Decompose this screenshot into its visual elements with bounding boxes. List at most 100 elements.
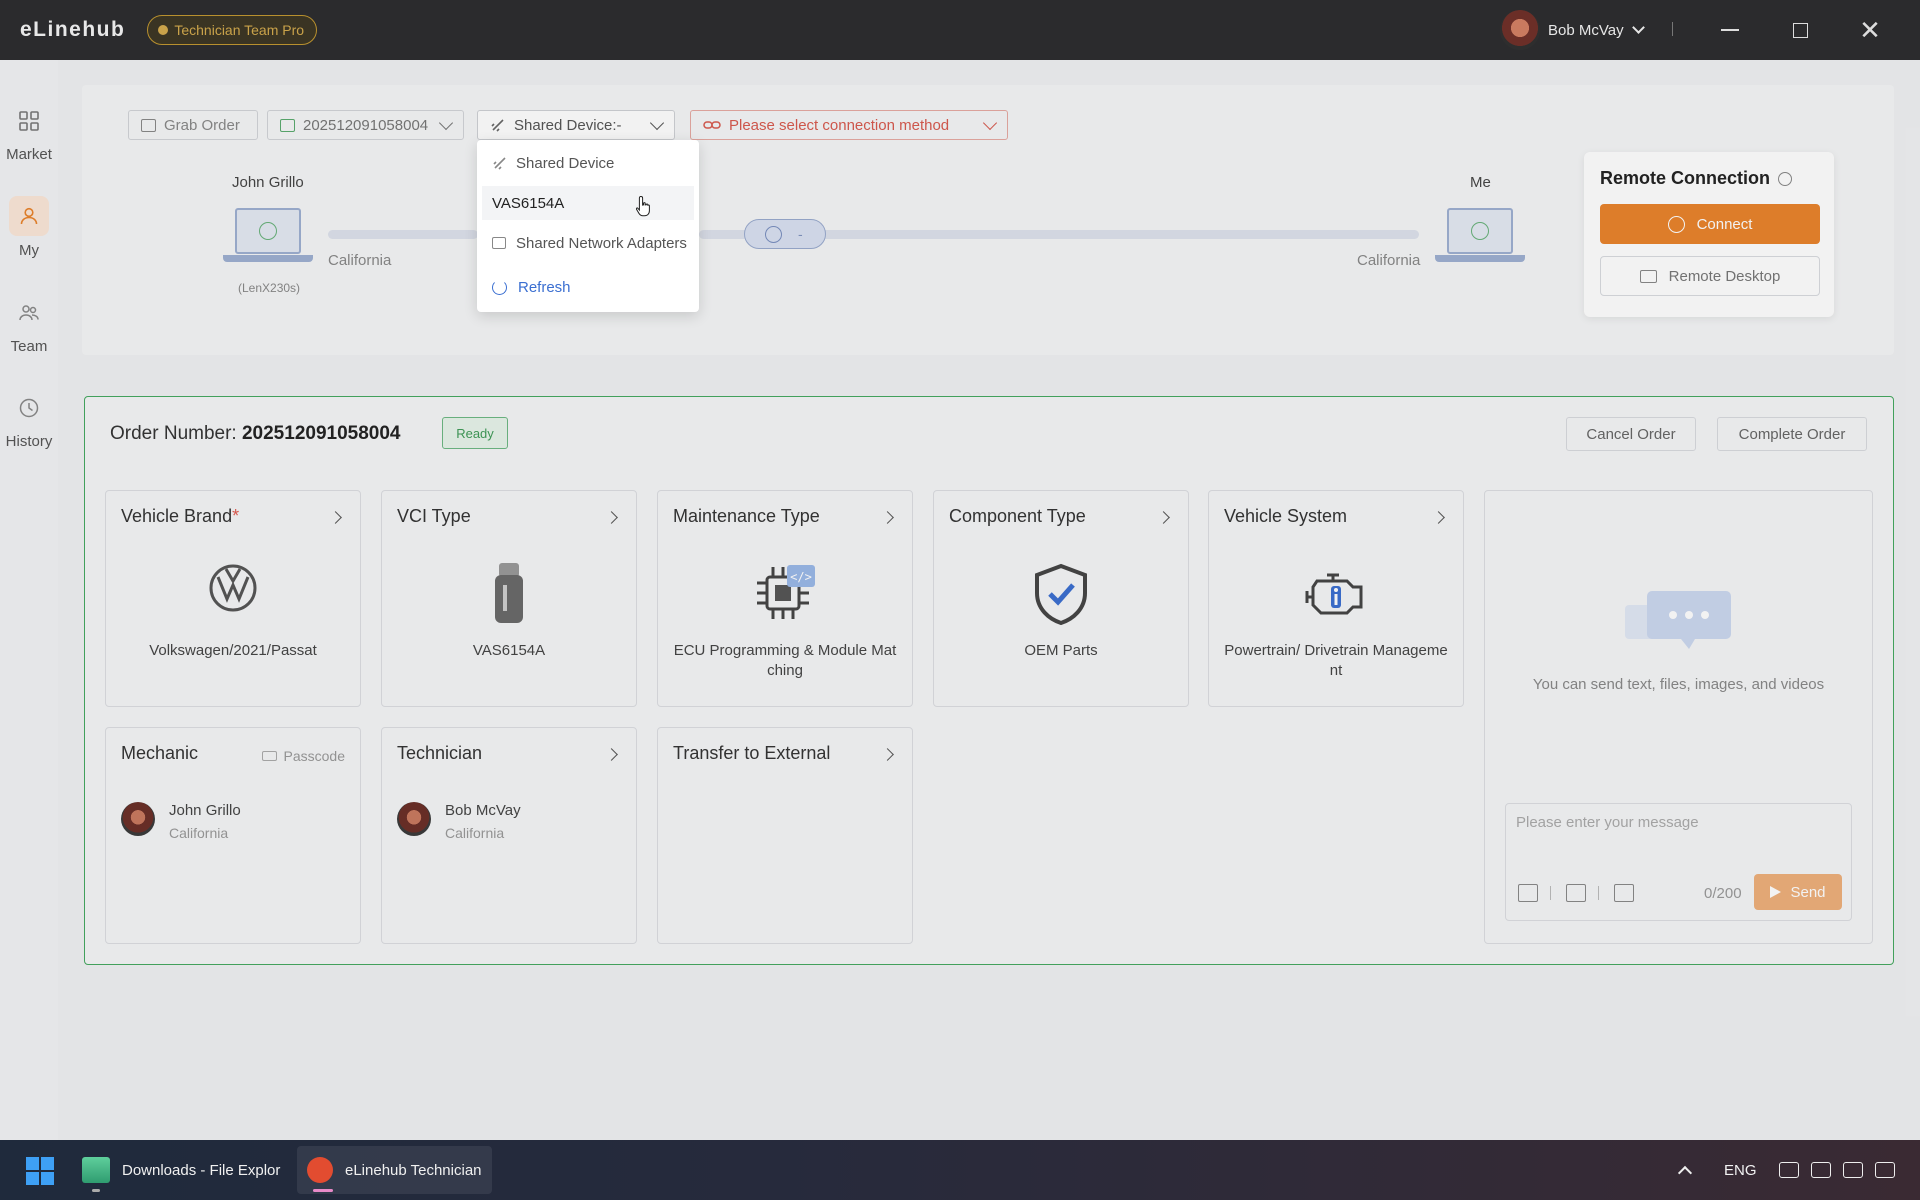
divider	[1672, 22, 1673, 36]
technician-person: Bob McVay California	[397, 802, 521, 841]
order-select-value: 202512091058004	[303, 116, 429, 134]
transfer-external-card[interactable]: Transfer to External	[657, 727, 913, 944]
connect-icon	[1667, 215, 1685, 233]
team-icon	[19, 305, 39, 321]
monitor-icon	[1639, 269, 1657, 283]
send-label: Send	[1790, 883, 1826, 901]
video-icon[interactable]	[1614, 884, 1634, 902]
maintenance-type-card[interactable]: Maintenance Type </> ECU Programming & M…	[657, 490, 913, 707]
cancel-order-button[interactable]: Cancel Order	[1566, 417, 1696, 451]
grab-icon	[141, 118, 156, 132]
sidebar-item-team[interactable]: Team	[0, 302, 58, 355]
chevron-right-icon	[1432, 511, 1445, 524]
chevron-down-icon	[438, 115, 454, 130]
status-badge: Ready	[442, 417, 508, 449]
pro-icon	[158, 25, 169, 35]
chat-panel: You can send text, files, images, and vi…	[1484, 490, 1873, 944]
minimize-button[interactable]	[1712, 12, 1748, 48]
sidebar-item-label: My	[19, 242, 39, 259]
card-title: Technician	[397, 743, 483, 763]
avatar	[1500, 10, 1540, 50]
volume-icon[interactable]	[1810, 1162, 1831, 1178]
technician-location: California	[445, 825, 505, 841]
connect-button[interactable]: Connect	[1600, 204, 1820, 244]
divider	[1550, 886, 1551, 900]
connection-method-select[interactable]: Please select connection method	[690, 110, 1008, 140]
taskbar-app-file-explorer[interactable]: Downloads - File Explor	[72, 1146, 290, 1194]
passcode-button[interactable]: Passcode	[261, 748, 345, 764]
chain-link-icon	[703, 121, 721, 129]
dropdown-item-refresh[interactable]: Refresh	[482, 270, 694, 304]
shared-device-select[interactable]: Shared Device:-	[477, 110, 675, 140]
plan-badge[interactable]: Technician Team Pro	[147, 15, 318, 45]
card-value: Volkswagen/2021/Passat	[149, 642, 317, 659]
sidebar-item-history[interactable]: History	[0, 397, 58, 450]
dropdown-item-shared-device[interactable]: Shared Device	[482, 146, 694, 180]
info-icon[interactable]	[1778, 172, 1793, 187]
grid-icon	[19, 111, 39, 131]
chevron-right-icon	[605, 748, 618, 761]
title-bar: eLinehub Technician Team Pro Bob McVay ✕	[0, 0, 1920, 60]
remote-desktop-button[interactable]: Remote Desktop	[1600, 256, 1820, 296]
card-title: VCI Type	[397, 506, 471, 526]
technician-card[interactable]: Technician Bob McVay California	[381, 727, 637, 944]
network-status-label: -	[798, 226, 803, 242]
user-icon	[20, 207, 38, 225]
divider	[1598, 886, 1599, 900]
chevron-right-icon	[881, 748, 894, 761]
dropdown-item-vas6154a[interactable]: VAS6154A	[482, 186, 694, 220]
dropdown-item-shared-network-adapters[interactable]: Shared Network Adapters	[482, 226, 694, 260]
remote-connection-card: Remote Connection Connect Remote Desktop	[1584, 152, 1834, 317]
mechanic-card: Mechanic Passcode John Grillo California	[105, 727, 361, 944]
close-button[interactable]: ✕	[1852, 12, 1888, 48]
connection-method-value: Please select connection method	[729, 116, 950, 134]
sidebar-active-bg	[9, 196, 49, 236]
upload-file-icon[interactable]	[1518, 884, 1538, 902]
windows-start-button[interactable]	[26, 1157, 54, 1185]
minimize-icon	[1721, 29, 1739, 31]
chevron-right-icon	[1157, 511, 1170, 524]
chevron-down-icon	[649, 115, 665, 130]
taskbar-app-label: eLinehub Technician	[345, 1161, 482, 1179]
notification-bell-icon[interactable]	[1874, 1162, 1895, 1178]
remote-laptop-icon	[223, 208, 313, 264]
sidebar-item-label: Market	[6, 146, 52, 163]
user-menu[interactable]: Bob McVay	[1500, 10, 1645, 50]
user-name: Bob McVay	[1548, 21, 1624, 39]
maximize-button[interactable]	[1782, 12, 1818, 48]
dropdown-item-label: Shared Device	[516, 154, 615, 172]
network-adapter-icon	[492, 237, 506, 249]
message-input[interactable]	[1516, 814, 1836, 831]
sidebar-item-market[interactable]: Market	[0, 110, 58, 163]
sidebar-item-my[interactable]: My	[0, 196, 58, 259]
taskbar-app-elinehub[interactable]: eLinehub Technician	[297, 1146, 492, 1194]
card-value: ECU Programming & Module Mat ching	[673, 642, 897, 679]
order-number: Order Number: 202512091058004	[110, 423, 401, 444]
card-value: VAS6154A	[472, 642, 546, 659]
sidebar: Market My Team History	[0, 60, 58, 1140]
maximize-icon	[1792, 22, 1808, 38]
chevron-down-icon	[1631, 21, 1645, 34]
battery-icon[interactable]	[1842, 1162, 1863, 1178]
folder-download-icon	[82, 1157, 110, 1183]
image-icon[interactable]	[1566, 884, 1586, 902]
component-type-card[interactable]: Component Type OEM Parts	[933, 490, 1189, 707]
card-title: Component Type	[949, 506, 1086, 526]
grab-order-button[interactable]: Grab Order	[128, 110, 258, 140]
chevron-right-icon	[605, 511, 618, 524]
send-button[interactable]: Send	[1754, 874, 1842, 910]
language-indicator[interactable]: ENG	[1724, 1162, 1757, 1179]
vehicle-brand-card[interactable]: Vehicle Brand* Volkswagen/2021/Passat	[105, 490, 361, 707]
vci-type-card[interactable]: VCI Type VAS6154A	[381, 490, 637, 707]
card-title: Vehicle Brand*	[121, 506, 240, 526]
chat-composer: 0/200 Send	[1505, 803, 1852, 921]
complete-order-button[interactable]: Complete Order	[1717, 417, 1867, 451]
chevron-up-icon[interactable]	[1677, 1165, 1693, 1181]
character-count: 0/200	[1704, 885, 1742, 902]
wifi-icon[interactable]	[1778, 1162, 1799, 1178]
order-select[interactable]: 202512091058004	[267, 110, 464, 140]
grab-order-label: Grab Order	[164, 116, 240, 134]
vehicle-system-card[interactable]: Vehicle System Powertrain/ Drivetrain Ma…	[1208, 490, 1464, 707]
mechanic-name: John Grillo	[169, 802, 241, 819]
remote-location: California	[328, 252, 392, 269]
